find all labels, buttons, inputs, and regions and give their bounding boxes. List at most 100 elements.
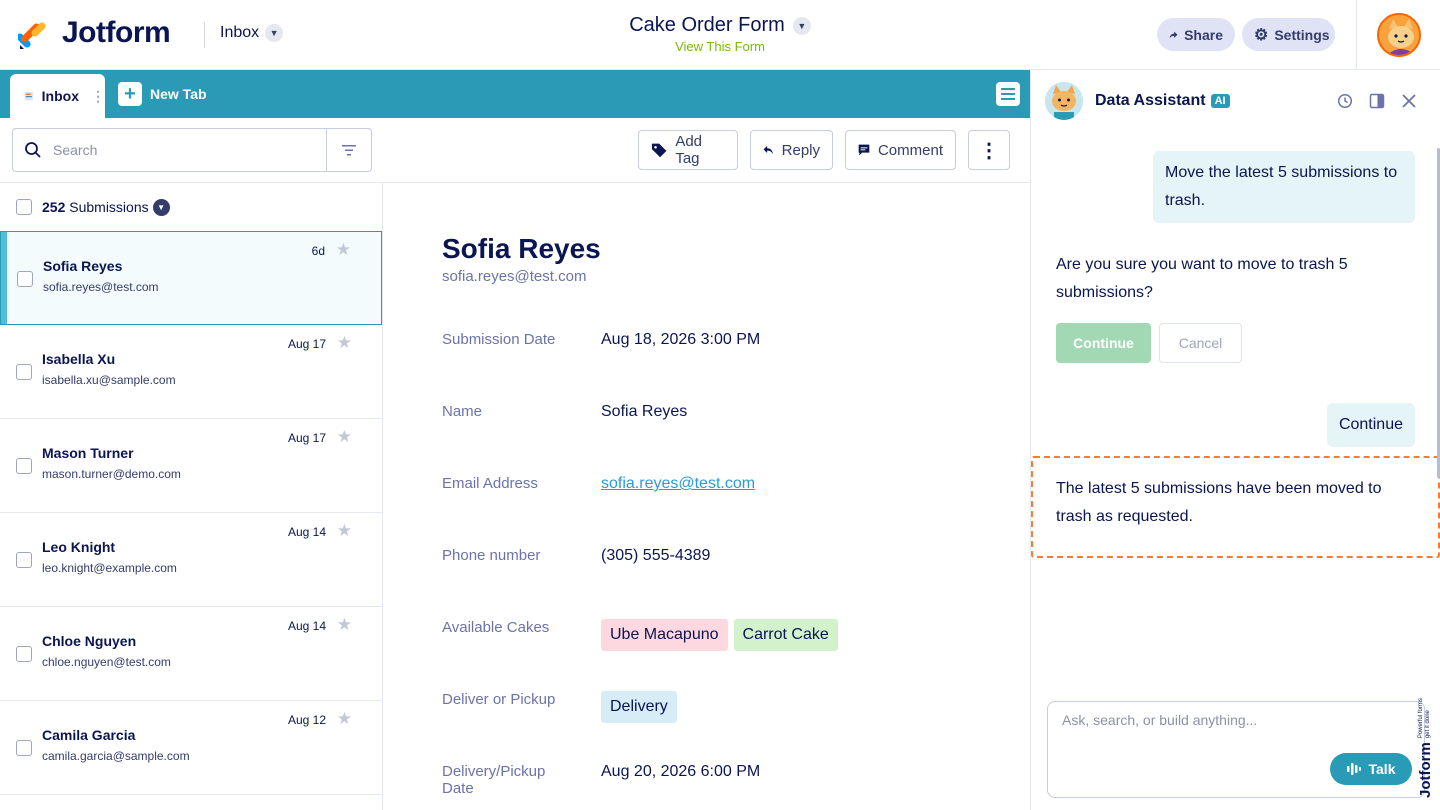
- field-value-pickup-date: Aug 20, 2026 6:00 PM: [601, 763, 761, 780]
- user-message: Continue: [1326, 403, 1415, 447]
- history-icon[interactable]: [1336, 92, 1354, 110]
- submitter-email: mason.turner@demo.com: [42, 467, 181, 481]
- row-checkbox[interactable]: [16, 552, 32, 568]
- star-icon[interactable]: ★: [337, 427, 352, 447]
- cake-tag: Carrot Cake: [733, 619, 838, 651]
- continue-button[interactable]: Continue: [1056, 323, 1151, 363]
- submission-detail: Sofia Reyes sofia.reyes@test.com Submiss…: [384, 183, 1030, 810]
- star-icon[interactable]: ★: [337, 709, 352, 729]
- tab-bar: Inbox ⋮ + New Tab: [0, 70, 1030, 118]
- field-label-email: Email Address: [442, 475, 538, 492]
- field-label-submission-date: Submission Date: [442, 331, 556, 348]
- row-checkbox[interactable]: [17, 271, 33, 287]
- avatar[interactable]: [1377, 13, 1421, 57]
- data-assistant-panel: Data Assistant AI Move the latest 5 subm…: [1030, 70, 1440, 810]
- jotform-logo[interactable]: Jotform: [16, 16, 171, 50]
- filter-button[interactable]: [326, 129, 371, 171]
- list-item[interactable]: Sofia Reyes sofia.reyes@test.com 6d ★: [0, 231, 382, 325]
- tag-icon: [651, 143, 667, 158]
- list-item[interactable]: Mason Turner mason.turner@demo.com Aug 1…: [0, 419, 382, 513]
- field-label-phone: Phone number: [442, 547, 541, 564]
- row-checkbox[interactable]: [16, 364, 32, 380]
- inbox-tab-icon: [24, 91, 34, 101]
- tab-options-icon[interactable]: ⋮: [91, 88, 105, 105]
- submitter-name: Chloe Nguyen: [42, 633, 137, 649]
- plus-icon: +: [118, 82, 142, 106]
- form-title[interactable]: Cake Order Form ▼: [629, 14, 811, 37]
- reply-button[interactable]: Reply: [750, 130, 833, 170]
- assistant-header: Data Assistant AI: [1031, 70, 1440, 132]
- gear-icon: ⚙: [1254, 26, 1269, 44]
- submission-count[interactable]: 252 Submissions ▼: [42, 198, 170, 216]
- star-icon[interactable]: ★: [337, 333, 352, 353]
- list-item[interactable]: Camila Garcia camila.garcia@sample.com A…: [0, 701, 382, 795]
- detail-name: Sofia Reyes: [442, 233, 601, 264]
- submissions-list: 252 Submissions ▼ Sofia Reyes sofia.reye…: [0, 183, 383, 810]
- star-icon[interactable]: ★: [337, 615, 352, 635]
- list-item[interactable]: Leo Knight leo.knight@example.com Aug 14…: [0, 513, 382, 607]
- field-label-deliver: Deliver or Pickup: [442, 691, 556, 708]
- cancel-button[interactable]: Cancel: [1159, 323, 1242, 363]
- list-item[interactable]: Isabella Xu isabella.xu@sample.com Aug 1…: [0, 325, 382, 419]
- form-title-block: Cake Order Form ▼ View This Form: [560, 14, 880, 54]
- panel-layout-icon[interactable]: [1368, 92, 1386, 110]
- row-checkbox[interactable]: [16, 646, 32, 662]
- talk-button[interactable]: Talk: [1330, 753, 1412, 785]
- field-label-pickup-date: Delivery/Pickup Date: [442, 763, 546, 797]
- tab-menu-button[interactable]: [996, 82, 1020, 106]
- form-title-text: Cake Order Form: [629, 14, 785, 36]
- comment-button[interactable]: Comment: [845, 130, 956, 170]
- view-form-link[interactable]: View This Form: [560, 39, 880, 54]
- chevron-down-icon: ▼: [792, 16, 811, 35]
- assistant-input-box: Talk: [1047, 701, 1425, 798]
- assistant-message: The latest 5 submissions have been moved…: [1056, 480, 1382, 525]
- row-checkbox[interactable]: [16, 740, 32, 756]
- search-input[interactable]: [53, 130, 326, 170]
- inbox-dropdown-label: Inbox: [220, 24, 260, 41]
- talk-label: Talk: [1368, 761, 1396, 777]
- filter-icon: [342, 145, 356, 156]
- field-value-name: Sofia Reyes: [601, 403, 688, 420]
- comment-label: Comment: [877, 141, 943, 159]
- more-options-button[interactable]: ⋮: [968, 130, 1010, 170]
- submissions-toolbar: Add Tag Reply Comment ⋮: [0, 118, 1030, 183]
- tab-inbox[interactable]: Inbox ⋮: [10, 74, 105, 118]
- submission-date: Aug 14: [287, 619, 326, 633]
- field-value-phone: (305) 555-4389: [601, 547, 711, 564]
- jotform-side-badge: Jotform Powerful forms get it done: [1414, 688, 1436, 798]
- assistant-message: Are you sure you want to move to trash 5…: [1056, 256, 1348, 301]
- add-tag-label: Add Tag: [675, 133, 703, 167]
- share-button[interactable]: Share: [1157, 18, 1235, 51]
- share-icon: [1169, 31, 1178, 38]
- jotform-logo-icon: [16, 17, 50, 49]
- close-icon[interactable]: [1400, 92, 1418, 110]
- inbox-dropdown[interactable]: Inbox ▼: [220, 24, 284, 42]
- email-link[interactable]: sofia.reyes@test.com: [601, 475, 755, 492]
- assistant-input[interactable]: [1062, 712, 1402, 742]
- brand-name: Jotform: [62, 16, 171, 49]
- submitter-email: isabella.xu@sample.com: [42, 373, 176, 387]
- row-checkbox[interactable]: [16, 458, 32, 474]
- field-value-deliver: Delivery: [601, 691, 683, 723]
- side-brand: Jotform: [1416, 742, 1434, 798]
- comment-icon: [858, 144, 870, 156]
- submission-date: Aug 12: [287, 713, 326, 727]
- submitter-email: sofia.reyes@test.com: [43, 280, 159, 294]
- new-tab-button[interactable]: + New Tab: [118, 82, 207, 106]
- list-item[interactable]: Chloe Nguyen chloe.nguyen@test.com Aug 1…: [0, 607, 382, 701]
- add-tag-button[interactable]: Add Tag: [638, 130, 738, 170]
- settings-button[interactable]: ⚙ Settings: [1242, 18, 1335, 51]
- select-all-checkbox[interactable]: [16, 199, 32, 215]
- more-vertical-icon: ⋮: [979, 139, 999, 162]
- chevron-down-icon: ▼: [265, 24, 284, 42]
- submission-count-label: Submissions: [69, 199, 149, 215]
- star-icon[interactable]: ★: [336, 240, 351, 260]
- list-header: 252 Submissions ▼: [0, 183, 382, 231]
- star-icon[interactable]: ★: [337, 521, 352, 541]
- submitter-name: Camila Garcia: [42, 727, 136, 743]
- field-label-name: Name: [442, 403, 483, 420]
- assistant-avatar: [1045, 82, 1083, 120]
- submission-date: Aug 17: [287, 431, 326, 445]
- submitter-name: Mason Turner: [42, 445, 134, 461]
- submitter-name: Sofia Reyes: [43, 258, 123, 274]
